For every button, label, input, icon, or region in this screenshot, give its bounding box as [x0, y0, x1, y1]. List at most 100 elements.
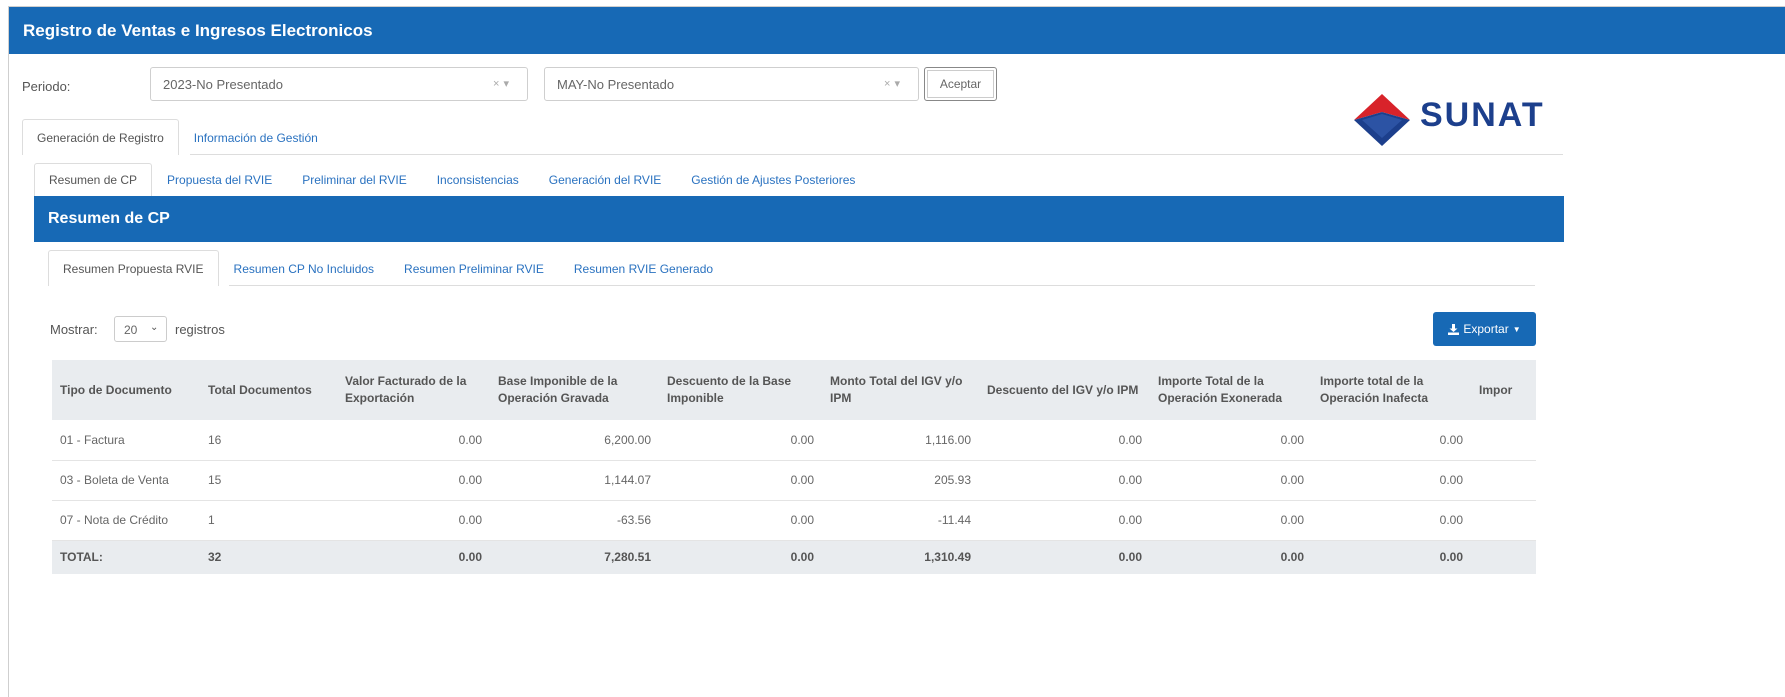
length-label-after: registros [175, 322, 225, 337]
clear-icon[interactable]: × [884, 78, 894, 90]
year-period-value: 2023-No Presentado [163, 77, 283, 92]
table-cell: 0.00 [979, 460, 1150, 501]
inner-tabs-divider [229, 285, 1535, 286]
total-cell: TOTAL: [52, 540, 200, 574]
chevron-down-icon[interactable]: ▾ [894, 78, 904, 90]
table-total-row: TOTAL: 32 0.00 7,280.51 0.00 1,310.49 0.… [52, 540, 1536, 574]
table-cell [1471, 460, 1536, 501]
table-cell: 0.00 [1312, 500, 1471, 541]
table-cell: -11.44 [822, 500, 979, 541]
total-cell: 7,280.51 [490, 540, 659, 574]
table-cell: 0.00 [979, 500, 1150, 541]
sub-tabs: Resumen de CP Propuesta del RVIE Prelimi… [34, 163, 870, 196]
table-cell: 1,116.00 [822, 420, 979, 461]
table-cell: 0.00 [1150, 500, 1312, 541]
chevron-down-icon[interactable]: ▾ [503, 78, 513, 90]
column-header[interactable]: Valor Facturado de la Exportación [337, 360, 490, 420]
total-cell: 0.00 [337, 540, 490, 574]
tab-generacion-rvie[interactable]: Generación del RVIE [534, 163, 677, 196]
tab-propuesta-rvie[interactable]: Propuesta del RVIE [152, 163, 287, 196]
table-cell: 0.00 [659, 420, 822, 461]
tab-gestion-ajustes[interactable]: Gestión de Ajustes Posteriores [676, 163, 870, 196]
table-cell: 0.00 [1150, 460, 1312, 501]
summary-table: Tipo de Documento Total Documentos Valor… [52, 360, 1536, 574]
table-cell [1471, 420, 1536, 461]
table-row: 07 - Nota de Crédito 1 0.00 -63.56 0.00 … [52, 500, 1536, 541]
total-cell: 0.00 [659, 540, 822, 574]
table-row: 01 - Factura 16 0.00 6,200.00 0.00 1,116… [52, 420, 1536, 461]
column-header[interactable]: Monto Total del IGV y/o IPM [822, 360, 979, 420]
page-length-value: 20 [124, 323, 138, 337]
download-icon [1448, 323, 1460, 335]
column-header[interactable]: Descuento de la Base Imponible [659, 360, 822, 420]
section-title: Resumen de CP [48, 210, 170, 227]
total-cell: 1,310.49 [822, 540, 979, 574]
table-cell: 0.00 [337, 460, 490, 501]
sunat-logo-icon [1354, 94, 1410, 146]
accept-button[interactable]: Aceptar [924, 67, 997, 101]
table-cell: -63.56 [490, 500, 659, 541]
tab-inconsistencias[interactable]: Inconsistencias [422, 163, 534, 196]
tab-informacion-gestion[interactable]: Información de Gestión [179, 119, 333, 155]
table-cell: 0.00 [1150, 420, 1312, 461]
column-header[interactable]: Tipo de Documento [52, 360, 200, 420]
month-period-value: MAY-No Presentado [557, 77, 675, 92]
year-period-controls: ×▾ [493, 77, 513, 90]
column-header[interactable]: Importe total de la Operación Inafecta [1312, 360, 1471, 420]
table-cell: 0.00 [1312, 420, 1471, 461]
tab-resumen-cp[interactable]: Resumen de CP [34, 163, 153, 196]
table-cell: 0.00 [659, 460, 822, 501]
month-period-select[interactable]: MAY-No Presentado ×▾ [544, 67, 919, 101]
tab-preliminar-rvie[interactable]: Preliminar del RVIE [287, 163, 421, 196]
column-header[interactable]: Base Imponible de la Operación Gravada [490, 360, 659, 420]
table-cell: 0.00 [1312, 460, 1471, 501]
chevron-down-icon: ⌄ [150, 322, 159, 333]
section-header: Resumen de CP [34, 196, 1564, 242]
tab-resumen-generado[interactable]: Resumen RVIE Generado [559, 250, 728, 286]
table-row: 03 - Boleta de Venta 15 0.00 1,144.07 0.… [52, 460, 1536, 501]
table-cell: 01 - Factura [52, 420, 200, 461]
tab-resumen-no-incluidos[interactable]: Resumen CP No Incluidos [219, 250, 390, 286]
app-header: Registro de Ventas e Ingresos Electronic… [9, 7, 1785, 54]
table-cell: 6,200.00 [490, 420, 659, 461]
tab-generacion-registro[interactable]: Generación de Registro [22, 119, 179, 155]
page-length-select[interactable]: 20 ⌄ [114, 316, 167, 342]
tab-resumen-propuesta[interactable]: Resumen Propuesta RVIE [48, 250, 219, 286]
tab-resumen-preliminar[interactable]: Resumen Preliminar RVIE [389, 250, 559, 286]
month-period-controls: ×▾ [884, 77, 904, 90]
table-cell: 07 - Nota de Crédito [52, 500, 200, 541]
total-cell: 32 [200, 540, 337, 574]
total-cell: 0.00 [1150, 540, 1312, 574]
column-header[interactable]: Impor [1471, 360, 1536, 420]
table-cell: 0.00 [337, 500, 490, 541]
main-tabs: Generación de Registro Información de Ge… [22, 119, 333, 155]
column-header[interactable]: Descuento del IGV y/o IPM [979, 360, 1150, 420]
total-cell: 0.00 [979, 540, 1150, 574]
sunat-wordmark: SUNAT [1420, 96, 1545, 134]
table-cell: 205.93 [822, 460, 979, 501]
sunat-logo: SUNAT [1352, 92, 1772, 152]
table-cell: 0.00 [659, 500, 822, 541]
export-label: Exportar [1463, 322, 1509, 336]
table-cell: 1,144.07 [490, 460, 659, 501]
table-cell: 0.00 [337, 420, 490, 461]
column-header[interactable]: Importe Total de la Operación Exonerada [1150, 360, 1312, 420]
export-button[interactable]: Exportar ▼ [1433, 312, 1536, 346]
table-cell [1471, 500, 1536, 541]
clear-icon[interactable]: × [493, 78, 503, 90]
year-period-select[interactable]: 2023-No Presentado ×▾ [150, 67, 528, 101]
inner-tabs: Resumen Propuesta RVIE Resumen CP No Inc… [48, 250, 728, 286]
app-title: Registro de Ventas e Ingresos Electronic… [23, 21, 373, 40]
table-cell: 16 [200, 420, 337, 461]
main-tabs-divider [190, 154, 1563, 155]
column-header[interactable]: Total Documentos [200, 360, 337, 420]
total-cell [1471, 540, 1536, 574]
total-cell: 0.00 [1312, 540, 1471, 574]
table-cell: 1 [200, 500, 337, 541]
table-cell: 15 [200, 460, 337, 501]
table-header-row: Tipo de Documento Total Documentos Valor… [52, 360, 1536, 420]
table-cell: 03 - Boleta de Venta [52, 460, 200, 501]
length-label-before: Mostrar: [50, 322, 98, 337]
caret-down-icon: ▼ [1512, 324, 1521, 334]
period-label: Periodo: [22, 79, 71, 94]
